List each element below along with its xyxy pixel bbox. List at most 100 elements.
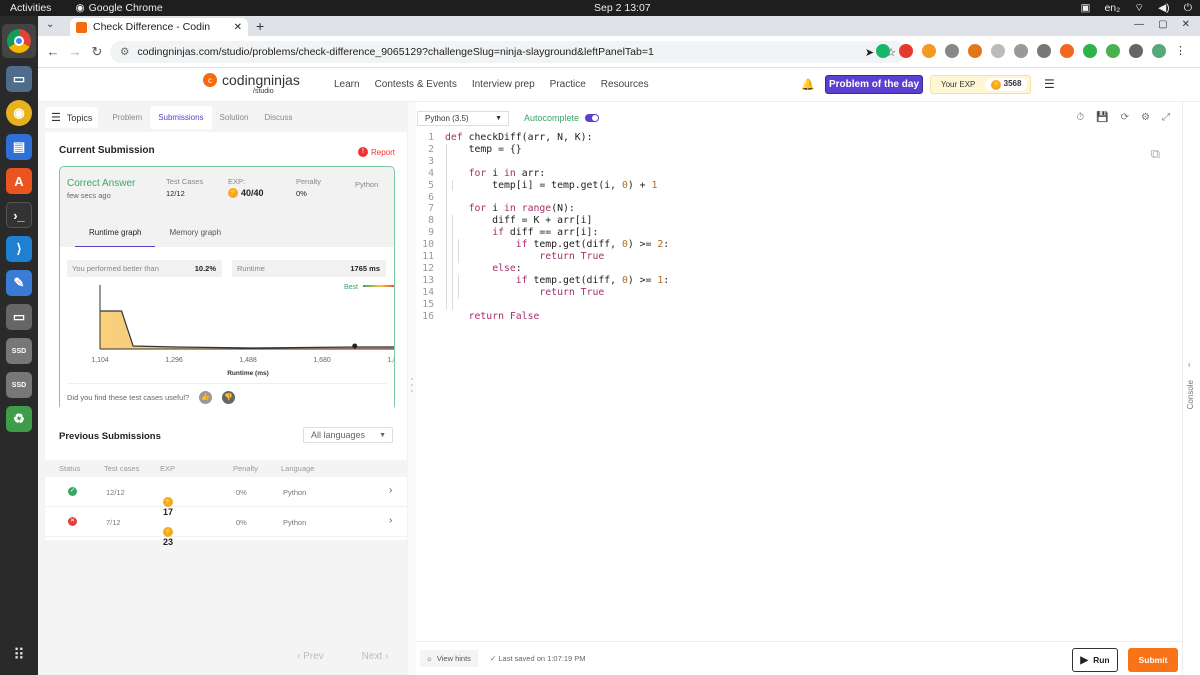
indent-guide — [451, 179, 453, 192]
browser-tab[interactable]: Check Difference - Codin ✕ — [70, 18, 248, 36]
submit-button[interactable]: Submit — [1128, 648, 1178, 672]
disk-icon[interactable]: ▭ — [6, 304, 32, 330]
metamask-icon[interactable] — [968, 44, 982, 58]
system-tray[interactable]: ▣ en₂ ⌔ ◀) ⏻ — [1081, 1, 1192, 15]
address-bar[interactable]: ⚙ codingninjas.com/studio/problems/check… — [110, 41, 906, 63]
add-icon[interactable] — [1083, 44, 1097, 58]
vscode-icon[interactable]: ⟩ — [6, 236, 32, 262]
activities-button[interactable]: Activities — [10, 2, 51, 14]
topics-button[interactable]: ☰ Topics — [45, 107, 99, 128]
url-text: codingninjas.com/studio/problems/check-d… — [137, 46, 654, 58]
prev-page-button[interactable]: ‹ Prev — [297, 651, 324, 662]
tab-solution[interactable]: Solution — [212, 106, 257, 129]
tab-memory-graph[interactable]: Memory graph — [155, 224, 235, 248]
site-info-icon[interactable]: ⚙ — [120, 46, 129, 58]
grammarly-icon[interactable] — [876, 44, 890, 58]
adblock-icon[interactable] — [899, 44, 913, 58]
next-page-button[interactable]: Next › — [362, 651, 389, 662]
ssd-icon[interactable]: SSD — [6, 338, 32, 364]
console-toggle[interactable]: ‹ Console — [1182, 102, 1200, 675]
line-number: 8 — [428, 215, 434, 227]
drag-handle-icon[interactable]: · · · — [410, 374, 414, 397]
app-grid-icon[interactable]: ⠿ — [13, 645, 25, 665]
files-icon[interactable]: ▭ — [6, 66, 32, 92]
runtime-value: 1765 ms — [350, 264, 380, 273]
keyboard-icon[interactable] — [1037, 44, 1051, 58]
site-header: c codingninjas /studio Learn Contests & … — [38, 68, 1200, 102]
current-submission-title: Current Submission — [59, 145, 155, 156]
line-number: 9 — [428, 227, 434, 239]
language-filter-select[interactable]: All languages ▼ — [303, 427, 393, 443]
mouse-icon[interactable] — [1014, 44, 1028, 58]
terminal-icon[interactable]: ›_ — [6, 202, 32, 228]
problem-of-the-day-button[interactable]: Problem of the day — [825, 75, 923, 94]
table-row[interactable]: ✓12/12+ 17⚡0%Python› — [45, 477, 407, 517]
nav-contests[interactable]: Contests & Events — [375, 79, 457, 90]
nav-practice[interactable]: Practice — [550, 79, 586, 90]
send-icon[interactable]: ➤ — [865, 46, 874, 59]
tab-submissions[interactable]: Submissions — [150, 106, 212, 129]
timer-icon[interactable]: ⏱ — [1076, 112, 1084, 123]
close-window-icon[interactable]: ✕ — [1182, 19, 1190, 30]
nav-interview-prep[interactable]: Interview prep — [472, 79, 535, 90]
new-tab-icon[interactable]: + — [256, 18, 264, 34]
your-exp-badge[interactable]: Your EXP ⚡ 3568 — [930, 75, 1031, 94]
back-icon[interactable]: ← — [42, 44, 64, 59]
reload-icon[interactable]: ↻ — [86, 44, 108, 60]
formula-icon[interactable] — [945, 44, 959, 58]
x-tick-label: 1,296 — [165, 357, 183, 364]
toggle-switch[interactable] — [585, 114, 600, 122]
line-number: 6 — [428, 191, 434, 203]
fullscreen-icon[interactable]: ⤢ — [1162, 112, 1170, 123]
forward-icon[interactable]: → — [64, 44, 86, 59]
nav-resources[interactable]: Resources — [601, 79, 649, 90]
chevron-right-icon[interactable]: › — [389, 485, 392, 496]
settings-gear-icon[interactable]: ⚙ — [1141, 112, 1150, 123]
view-hints-button[interactable]: ☼ View hints — [420, 650, 478, 667]
menu-dots-icon[interactable]: ⋮ — [1175, 44, 1186, 58]
tab-problem[interactable]: Problem — [104, 106, 150, 129]
minimize-icon[interactable]: — — [1134, 19, 1144, 30]
penalty-label: Penalty — [296, 177, 322, 186]
browser-toolbar: ← → ↻ ⚙ codingninjas.com/studio/problems… — [38, 36, 1200, 68]
thumbs-up-icon[interactable]: 👍 — [199, 391, 213, 404]
rhythmbox-icon[interactable]: ◉ — [6, 100, 32, 126]
clock[interactable]: Sep 2 13:07 — [594, 2, 651, 14]
pen-icon[interactable] — [922, 44, 936, 58]
software-icon[interactable]: A — [6, 168, 32, 194]
writer-icon[interactable]: ▤ — [6, 134, 32, 160]
thumbs-down-icon[interactable]: 👎 — [222, 391, 236, 404]
editor-actions: ⏱ 💾 ⟳ ⚙ ⤢ — [1076, 112, 1170, 123]
divider — [67, 383, 387, 384]
previous-submissions-header: Status Test cases EXP Penalty Language — [45, 460, 407, 477]
logo[interactable]: c codingninjas /studio — [203, 73, 300, 95]
tab-runtime-graph[interactable]: Runtime graph — [75, 224, 156, 248]
language-select[interactable]: Python (3.5) ▼ — [417, 111, 509, 126]
ssd-icon[interactable]: SSD — [6, 372, 32, 398]
maximize-icon[interactable]: ▢ — [1158, 19, 1167, 30]
close-tab-icon[interactable]: ✕ — [234, 22, 242, 33]
run-button[interactable]: ▶ Run — [1072, 648, 1118, 672]
chevron-right-icon[interactable]: › — [389, 515, 392, 526]
trash-icon[interactable]: ♻ — [6, 406, 32, 432]
leetcode-icon[interactable] — [1060, 44, 1074, 58]
clipboard-ext-icon[interactable] — [991, 44, 1005, 58]
table-row[interactable]: ✕7/12+ 23⚡0%Python› — [45, 507, 407, 547]
copy-icon[interactable]: ⧉ — [1151, 146, 1160, 162]
reset-icon[interactable]: ⟳ — [1121, 112, 1129, 123]
nav-learn[interactable]: Learn — [334, 79, 360, 90]
profile-avatar[interactable] — [1152, 44, 1166, 58]
lock-icon[interactable] — [1106, 44, 1120, 58]
autocomplete-toggle[interactable]: Autocomplete — [524, 113, 600, 123]
tab-search-icon[interactable]: ⌄ — [46, 19, 54, 30]
text-editor-icon[interactable]: ✎ — [6, 270, 32, 296]
tab-discuss[interactable]: Discuss — [256, 106, 300, 129]
puzzle-icon[interactable] — [1129, 44, 1143, 58]
caret-down-icon: ▼ — [495, 115, 502, 122]
save-icon[interactable]: 💾 — [1096, 112, 1108, 123]
hamburger-menu-icon[interactable]: ☰ — [1044, 77, 1055, 91]
notification-bell-icon[interactable]: 🔔 — [801, 78, 815, 91]
chrome-dock-icon[interactable] — [2, 24, 36, 58]
active-app[interactable]: ◉ Google Chrome — [75, 2, 162, 14]
report-button[interactable]: ! Report — [357, 147, 395, 157]
